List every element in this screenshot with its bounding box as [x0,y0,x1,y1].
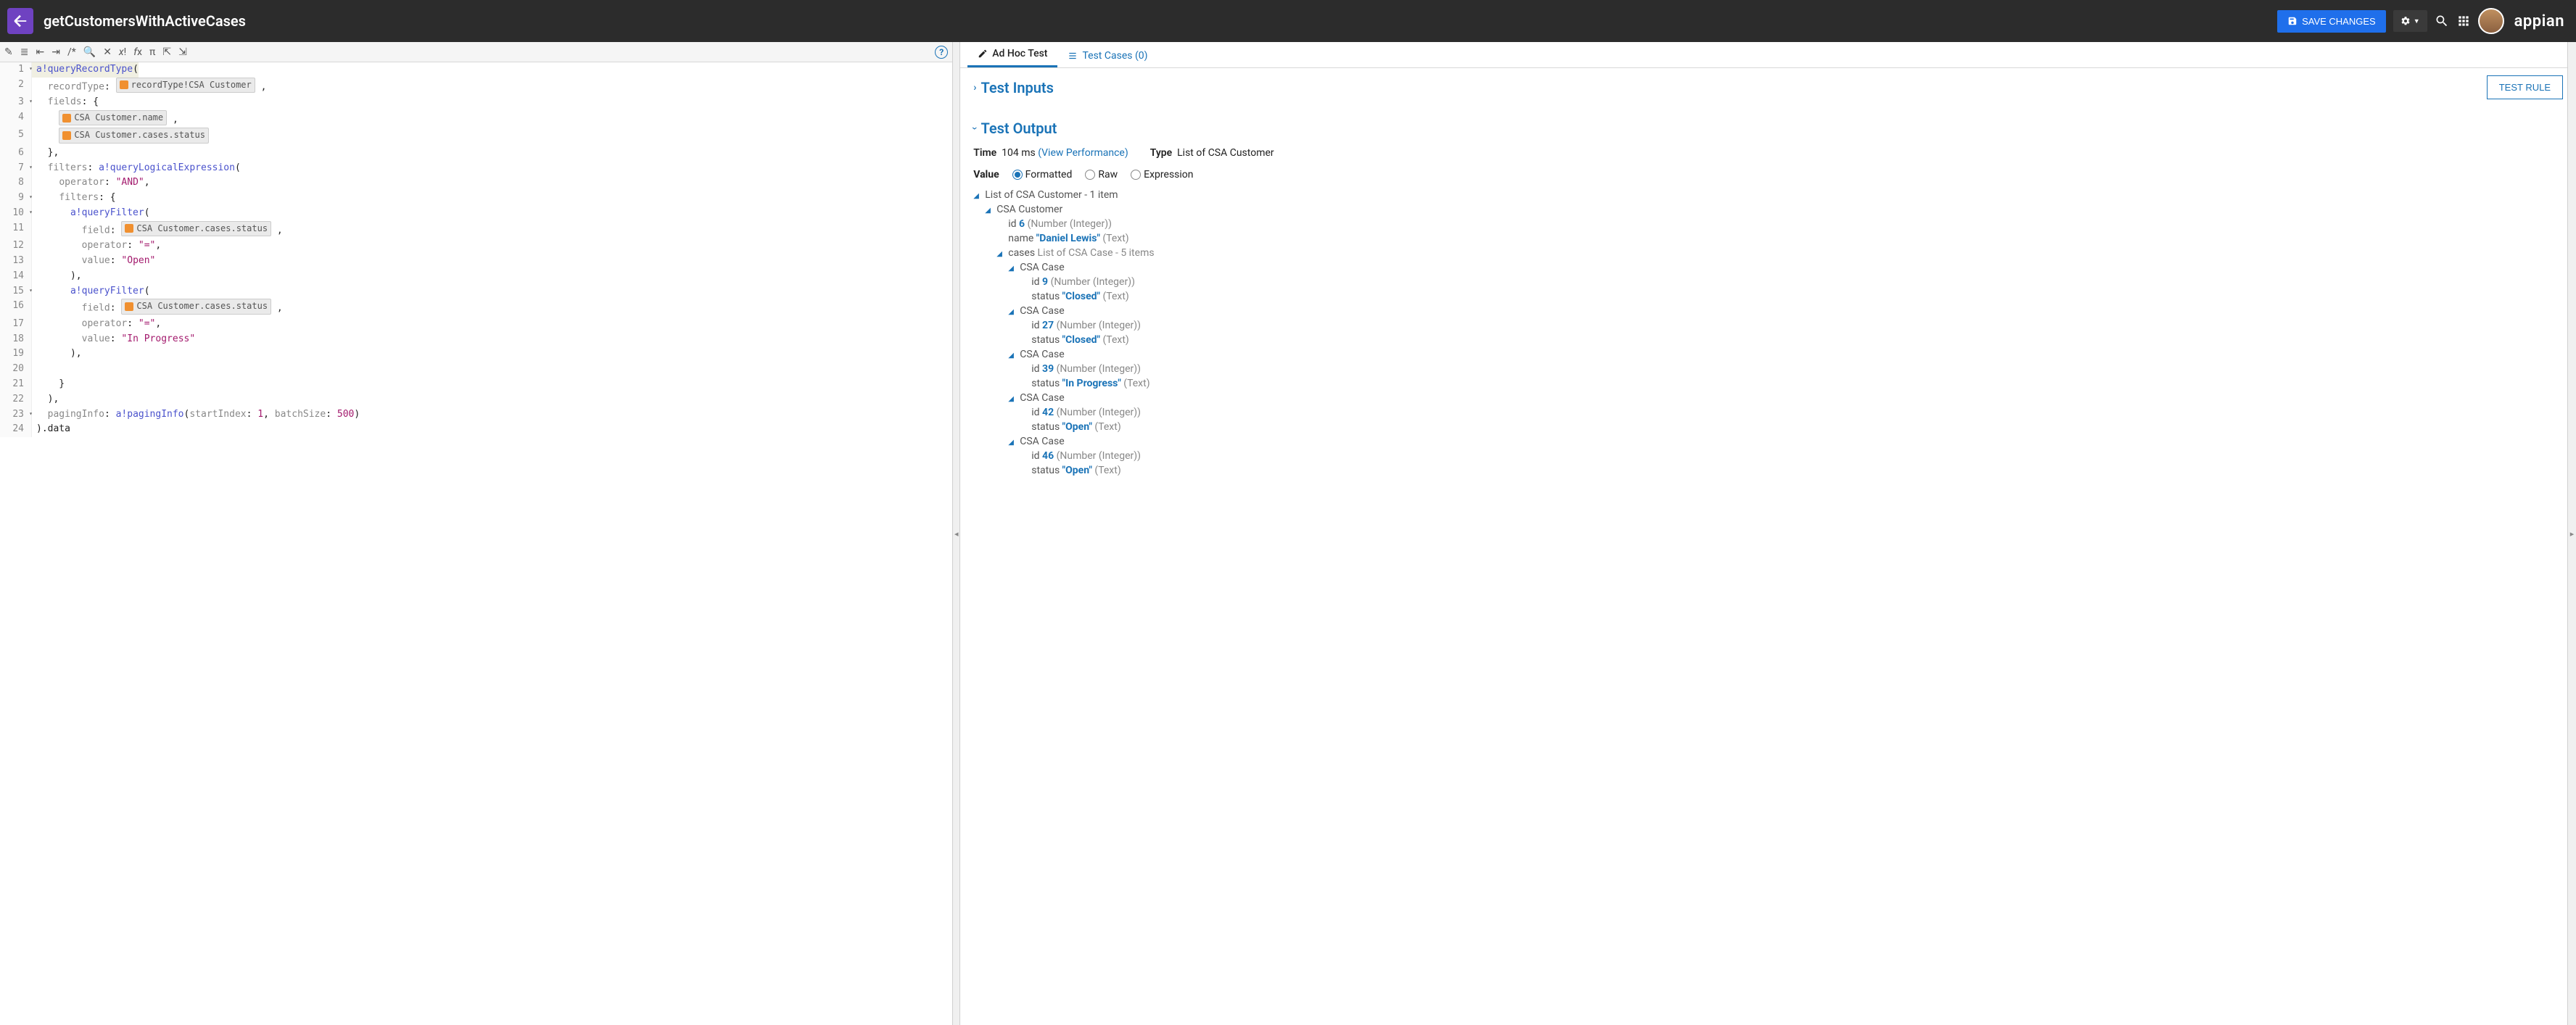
fx-icon[interactable]: fx [133,46,142,58]
tab-test-cases[interactable]: Test Cases (0) [1057,44,1157,67]
edit-icon[interactable]: ✎ [4,46,13,58]
right-splitter[interactable]: ▸ [2567,42,2576,1025]
tree-expand-icon[interactable]: ◢ [1008,439,1017,447]
export-icon[interactable]: ⇱ [162,46,171,58]
record-chip[interactable]: CSA Customer.name [59,110,167,125]
output-tree: ◢List of CSA Customer - 1 item◢CSA Custo… [960,188,2576,507]
test-inputs-toggle[interactable]: › Test Inputs [973,79,1054,96]
shuffle-icon[interactable]: ✕ [103,46,112,58]
tree-expand-icon[interactable]: ◢ [985,207,994,215]
record-chip[interactable]: CSA Customer.cases.status [59,128,209,143]
code-line[interactable]: 24).data [0,422,952,437]
code-line[interactable]: 21 } [0,377,952,392]
record-chip[interactable]: CSA Customer.cases.status [121,221,271,236]
code-editor[interactable]: 1▾a!queryRecordType(2 recordType: record… [0,62,952,1025]
code-line[interactable]: 1▾a!queryRecordType( [0,62,952,78]
code-line[interactable]: 17 operator: "=", [0,317,952,332]
tree-expand-icon[interactable]: ◢ [1008,352,1017,360]
record-chip[interactable]: recordType!CSA Customer [116,78,255,93]
code-line[interactable]: 2 recordType: recordType!CSA Customer , [0,78,952,95]
code-line[interactable]: 12 operator: "=", [0,238,952,254]
tree-expand-icon[interactable]: ◢ [1008,308,1017,316]
value-format-row: Value Formatted Raw Expression [960,166,2576,188]
output-meta: Time 104 ms (View Performance) Type List… [960,144,2576,166]
code-line[interactable]: 6 }, [0,146,952,161]
indent-icon[interactable]: ⇥ [51,46,60,58]
user-avatar[interactable] [2478,8,2504,34]
code-line[interactable]: 16 field: CSA Customer.cases.status , [0,299,952,316]
code-line[interactable]: 14 ), [0,269,952,284]
code-line[interactable]: 13 value: "Open" [0,254,952,269]
list-icon[interactable]: ≣ [20,46,29,58]
apps-grid-icon[interactable] [2456,14,2471,28]
record-chip[interactable]: CSA Customer.cases.status [121,299,271,314]
code-line[interactable]: 5 CSA Customer.cases.status [0,128,952,145]
top-bar: getCustomersWithActiveCases SAVE CHANGES… [0,0,2576,42]
app-icon[interactable] [7,8,33,34]
tab-adhoc-test[interactable]: Ad Hoc Test [967,42,1057,67]
code-line[interactable]: 22 ), [0,392,952,407]
outdent-icon[interactable]: ⇤ [36,46,44,58]
code-line[interactable]: 4 CSA Customer.name , [0,110,952,128]
search-icon[interactable] [2435,14,2449,28]
radio-raw[interactable]: Raw [1085,169,1118,180]
code-line[interactable]: 23▾ pagingInfo: a!pagingInfo(startIndex:… [0,407,952,423]
code-line[interactable]: 15▾ a!queryFilter( [0,284,952,299]
radio-expression[interactable]: Expression [1131,169,1193,180]
code-line[interactable]: 19 ), [0,346,952,362]
test-output-toggle[interactable]: › Test Output [973,120,1057,137]
code-line[interactable]: 18 value: "In Progress" [0,332,952,347]
save-changes-button[interactable]: SAVE CHANGES [2277,10,2386,33]
brand-logo: appian [2514,12,2564,30]
test-panel: Ad Hoc Test Test Cases (0) › Test Inputs… [960,42,2576,1025]
code-editor-pane: ✎ ≣ ⇤ ⇥ /* 🔍 ✕ x! fx π ⇱ ⇲ ? 1▾a!queryRe… [0,42,953,1025]
code-line[interactable]: 10▾ a!queryFilter( [0,206,952,221]
tree-expand-icon[interactable]: ◢ [973,192,982,200]
tree-expand-icon[interactable]: ◢ [996,250,1005,258]
view-performance-link[interactable]: (View Performance) [1038,147,1128,159]
not-x-icon[interactable]: x! [119,46,126,58]
code-line[interactable]: 11 field: CSA Customer.cases.status , [0,221,952,238]
chevron-down-icon: › [969,127,981,130]
radio-formatted[interactable]: Formatted [1012,169,1073,180]
code-line[interactable]: 8 operator: "AND", [0,175,952,191]
code-line[interactable]: 7▾ filters: a!queryLogicalExpression( [0,161,952,176]
editor-toolbar: ✎ ≣ ⇤ ⇥ /* 🔍 ✕ x! fx π ⇱ ⇲ ? [0,42,952,62]
page-title: getCustomersWithActiveCases [44,12,2277,30]
help-icon[interactable]: ? [935,46,948,59]
import-icon[interactable]: ⇲ [178,46,187,58]
tree-expand-icon[interactable]: ◢ [1008,395,1017,403]
code-line[interactable]: 9▾ filters: { [0,191,952,206]
find-icon[interactable]: 🔍 [83,46,96,58]
comment-icon[interactable]: /* [67,46,76,58]
settings-dropdown[interactable]: ▼ [2393,10,2427,32]
code-line[interactable]: 3▾ fields: { [0,95,952,110]
test-rule-button[interactable]: TEST RULE [2487,75,2563,99]
chevron-right-icon: › [973,82,976,94]
horizontal-splitter[interactable]: ◂ [953,42,960,1025]
code-line[interactable]: 20 [0,362,952,377]
pi-icon[interactable]: π [149,46,155,58]
tree-expand-icon[interactable]: ◢ [1008,265,1017,273]
test-tabs: Ad Hoc Test Test Cases (0) [960,42,2576,68]
